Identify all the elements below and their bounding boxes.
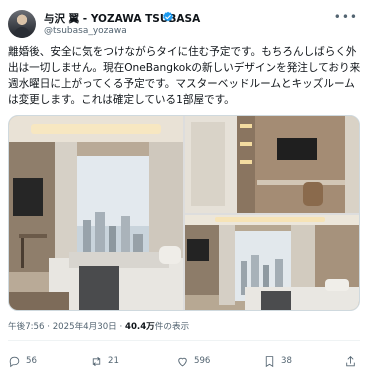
tweet-line: 週水曜日に上がってくる予定です。マスターベッドルームとキッズルーム (8, 78, 355, 90)
reply-icon (9, 356, 20, 367)
tweet-line: 出は一切しません。現在OneBangkokの新しいデザインを発注しており来 (8, 62, 360, 74)
reply-count: 56 (26, 356, 37, 366)
bookmark-count: 38 (281, 356, 292, 366)
share-icon (346, 355, 355, 366)
share-button[interactable] (344, 352, 357, 370)
tweet-header: 与沢 翼 - YOZAWA TSUBASA @tsubasa_yozawa ••… (8, 8, 360, 42)
repost-icon (92, 356, 101, 366)
tweet-text: 離婚後、安全に気をつけながらタイに住む予定です。もちろんしばらく外 出は一切しま… (8, 44, 360, 108)
like-icon (178, 357, 187, 366)
tweet-meta: 午後7:56 · 2025年4月30日 · 40.4万件の表示 (8, 320, 189, 332)
more-icon[interactable]: ••• (334, 10, 358, 24)
author-name[interactable]: 与沢 翼 - YOZAWA TSUBASA (44, 11, 200, 26)
tweet-line: 離婚後、安全に気をつけながらタイに住む予定です。もちろんしばらく外 (8, 46, 357, 58)
author-handle[interactable]: @tsubasa_yozawa (44, 26, 127, 36)
tweet-date[interactable]: 2025年4月30日 (53, 322, 117, 332)
tweet-time[interactable]: 午後7:56 (8, 322, 45, 332)
action-bar: 56 21 596 38 (8, 352, 360, 370)
views-label: 件の表示 (154, 322, 190, 332)
views-count: 40.4万 (124, 322, 155, 332)
repost-button[interactable]: 21 (90, 352, 119, 370)
divider (8, 340, 360, 341)
bookmark-button[interactable]: 38 (263, 352, 292, 370)
repost-count: 21 (108, 356, 119, 366)
bedroom-photo-wide[interactable] (185, 215, 359, 310)
like-button[interactable]: 596 (176, 352, 210, 370)
media-grid (8, 115, 360, 311)
bedroom-photo-main[interactable] (9, 116, 183, 310)
avatar[interactable] (8, 10, 36, 38)
meta-separator: · (119, 322, 123, 332)
bookmark-icon (265, 355, 274, 367)
like-count: 596 (194, 356, 211, 366)
meta-separator: · (47, 322, 50, 332)
reply-button[interactable]: 56 (8, 352, 37, 370)
desk-photo[interactable] (185, 116, 359, 213)
verified-badge-icon (163, 11, 173, 22)
tweet-line: は変更します。これは確定している1部屋です。 (8, 94, 235, 106)
